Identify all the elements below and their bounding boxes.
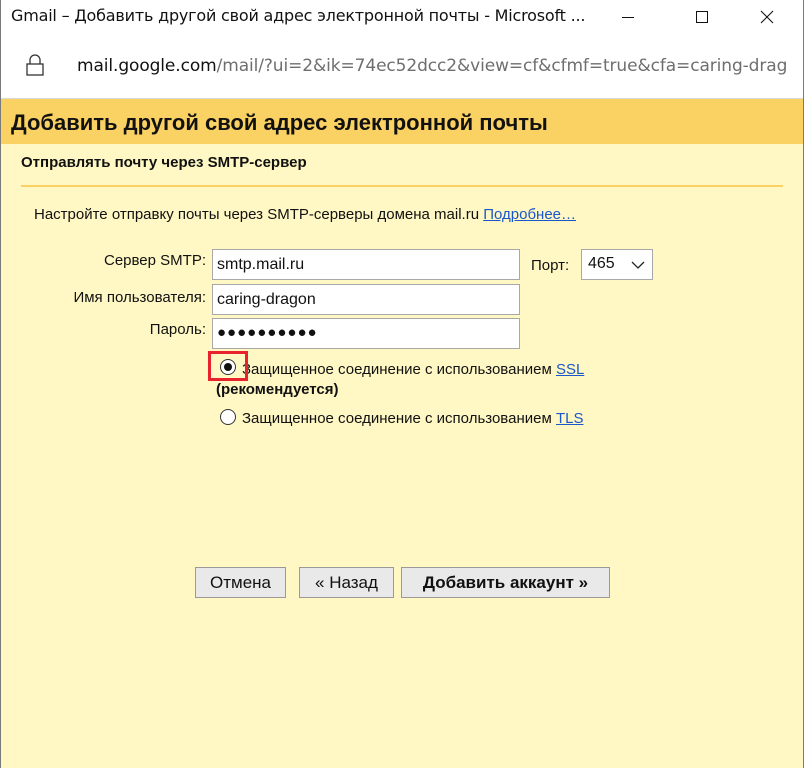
section-divider <box>21 185 783 187</box>
ssl-option-text: Защищенное соединение с использованием <box>242 361 552 378</box>
add-account-button[interactable]: Добавить аккаунт » <box>401 567 610 598</box>
lock-icon <box>26 54 44 76</box>
close-icon <box>760 10 774 24</box>
cancel-button[interactable]: Отмена <box>195 567 286 598</box>
section-title: Отправлять почту через SMTP-сервер <box>21 154 307 171</box>
back-button[interactable]: « Назад <box>299 567 394 598</box>
url-text[interactable]: mail.google.com/mail/?ui=2&ik=74ec52dcc2… <box>77 56 787 76</box>
highlight-box <box>208 351 248 381</box>
intro-label: Настройте отправку почты через SMTP-серв… <box>34 206 480 223</box>
dialog-content: Добавить другой свой адрес электронной п… <box>1 99 803 768</box>
password-label: Пароль: <box>149 321 206 338</box>
close-button[interactable] <box>744 0 790 34</box>
browser-window: Gmail – Добавить другой свой адрес элект… <box>0 0 804 768</box>
dialog-title: Добавить другой свой адрес электронной п… <box>11 110 548 135</box>
ssl-option-label: Защищенное соединение с использованием S… <box>242 361 584 378</box>
port-select[interactable]: 465 <box>581 249 653 280</box>
port-label: Порт: <box>531 257 570 274</box>
intro-text: Настройте отправку почты через SMTP-серв… <box>34 206 576 223</box>
smtp-server-label: Сервер SMTP: <box>103 252 206 269</box>
window-title: Gmail – Добавить другой свой адрес элект… <box>11 6 586 25</box>
learn-more-link[interactable]: Подробнее… <box>483 206 576 223</box>
tls-option-label: Защищенное соединение с использованием T… <box>242 410 583 427</box>
smtp-server-input[interactable] <box>212 249 520 280</box>
chevron-down-icon <box>631 261 645 269</box>
ssl-recommended: (рекомендуется) <box>216 381 339 398</box>
address-bar[interactable]: mail.google.com/mail/?ui=2&ik=74ec52dcc2… <box>1 34 803 99</box>
dialog-header: Добавить другой свой адрес электронной п… <box>1 99 803 144</box>
password-input[interactable]: ●●●●●●●●●● <box>212 318 520 349</box>
tls-radio[interactable] <box>220 409 236 425</box>
username-label: Имя пользователя: <box>73 289 206 306</box>
ssl-link[interactable]: SSL <box>556 361 584 378</box>
maximize-icon <box>696 11 708 23</box>
username-input[interactable] <box>212 284 520 315</box>
port-value: 465 <box>588 255 615 272</box>
maximize-button[interactable] <box>679 0 725 34</box>
url-domain: mail.google.com <box>77 56 217 76</box>
tls-link[interactable]: TLS <box>556 410 584 427</box>
minimize-icon <box>622 17 634 18</box>
minimize-button[interactable] <box>605 0 651 34</box>
tls-option-text: Защищенное соединение с использованием <box>242 410 552 427</box>
title-bar: Gmail – Добавить другой свой адрес элект… <box>1 0 803 34</box>
url-path: /mail/?ui=2&ik=74ec52dcc2&view=cf&cfmf=t… <box>216 56 788 76</box>
